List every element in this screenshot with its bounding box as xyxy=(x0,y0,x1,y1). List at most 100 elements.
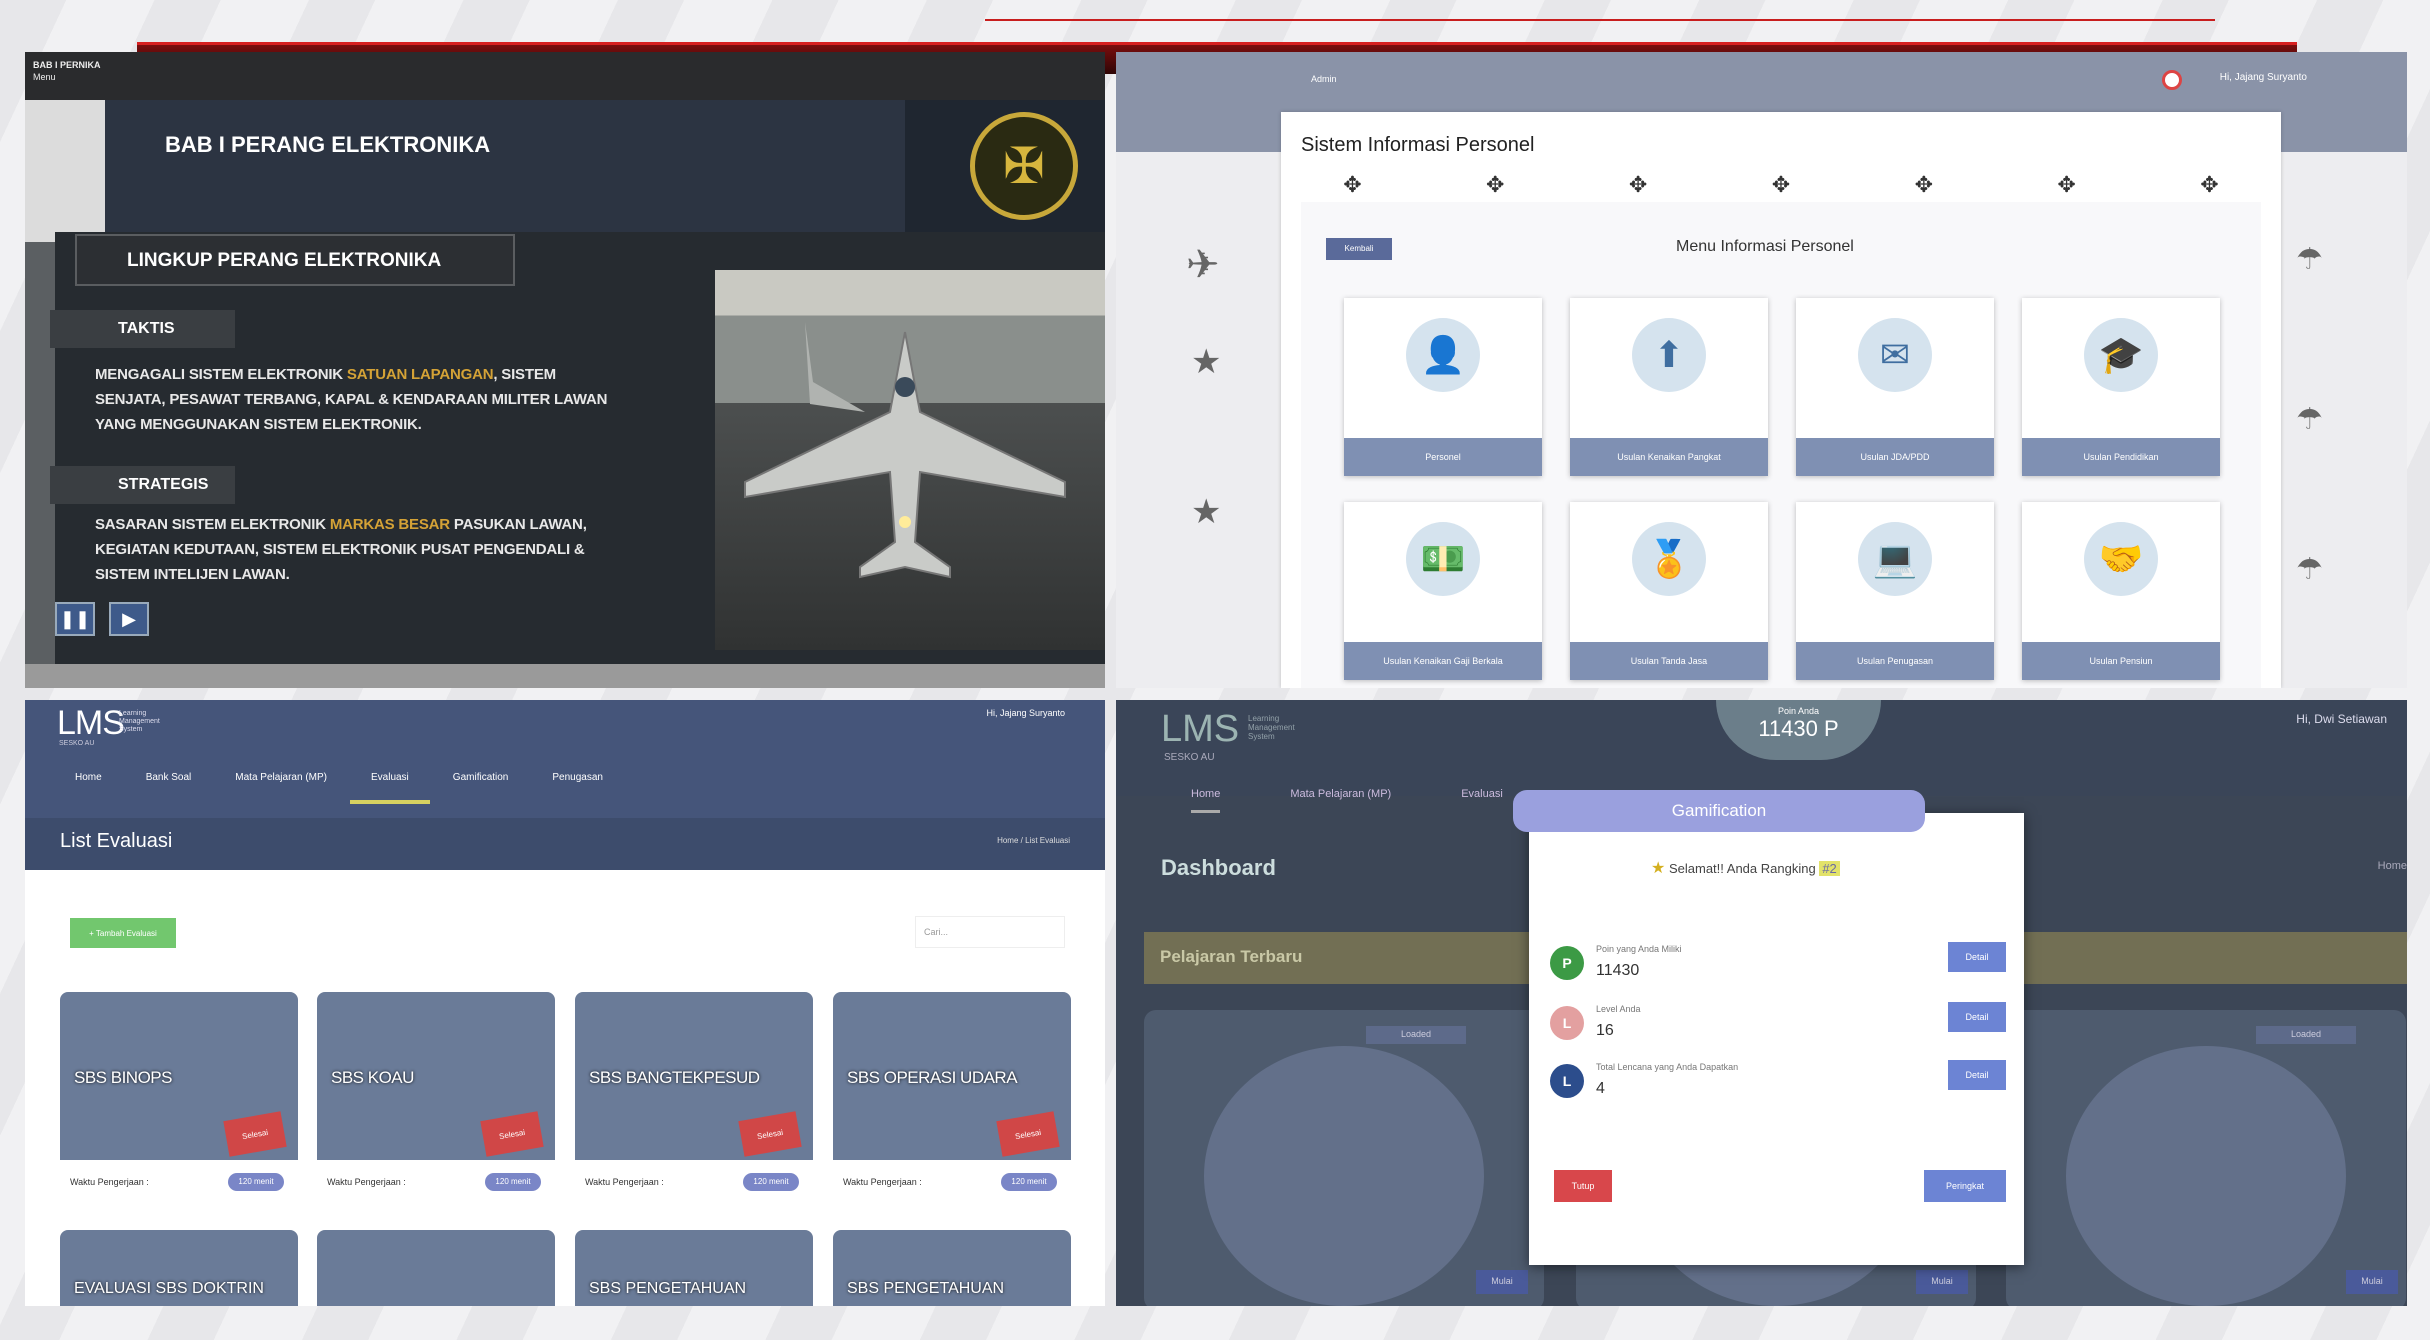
time-label: Waktu Pengerjaan : xyxy=(327,1177,406,1187)
time-badge: 120 menit xyxy=(1001,1173,1057,1191)
mail-icon: ✉ xyxy=(1858,318,1932,392)
emblem-icon: ✥ xyxy=(1771,172,1791,197)
add-evaluation-button[interactable]: + Tambah Evaluasi xyxy=(70,918,176,948)
points-label: Poin Anda xyxy=(1777,706,1820,716)
card-title: SBS KOAU xyxy=(331,1068,414,1087)
admin-label: Admin xyxy=(1311,74,1337,84)
tile-penugasan[interactable]: 💻 Usulan Penugasan xyxy=(1796,502,1994,680)
tile-pensiun[interactable]: 🤝 Usulan Pensiun xyxy=(2022,502,2220,680)
card-title: SBS OPERASI UDARA xyxy=(847,1068,1018,1087)
active-tab-indicator xyxy=(350,800,430,804)
jet-image xyxy=(744,322,1066,579)
row-value: 16 xyxy=(1596,1022,1614,1039)
star-icon: ★ xyxy=(1191,343,1222,381)
title-banner xyxy=(25,100,1105,242)
lesson-card[interactable] xyxy=(2006,1010,2406,1306)
evaluation-card[interactable]: EVALUASI SBS DOKTRIN xyxy=(60,1230,298,1306)
start-button[interactable]: Mulai xyxy=(1476,1270,1528,1294)
level-row: L Level Anda 16 Detail xyxy=(1550,998,2006,1056)
row-label: Poin yang Anda Miliki xyxy=(1596,944,1682,954)
lms-logo[interactable]: LMS xyxy=(1161,708,1239,751)
slide-title: BAB I PERANG ELEKTRONIKA xyxy=(165,132,491,157)
menu-mata-pelajaran[interactable]: Mata Pelajaran (MP) xyxy=(235,772,327,783)
elearning-slide-panel: BAB I PERNIKA Menu BAB I PERANG ELEKTRON… xyxy=(25,52,1105,688)
parachute-icon: ☂ xyxy=(2296,403,2323,436)
lesson-illustration xyxy=(2066,1046,2346,1306)
evaluation-card[interactable] xyxy=(317,1230,555,1306)
congrats-text: ★ Selamat!! Anda Rangking #2 xyxy=(1651,858,1840,878)
logo-subtitle: Learning Management System xyxy=(119,710,160,733)
tile-label: Usulan Pendidikan xyxy=(2022,438,2220,476)
user-greeting[interactable]: Hi, Jajang Suryanto xyxy=(2220,72,2307,83)
user-menu[interactable]: Hi, Jajang Suryanto xyxy=(986,708,1065,718)
play-button[interactable]: ▶ xyxy=(109,602,149,636)
time-label: Waktu Pengerjaan : xyxy=(843,1177,922,1187)
search-input[interactable]: Cari... xyxy=(915,916,1065,948)
emblem-icon: ✥ xyxy=(1343,172,1362,197)
taktis-label: TAKTIS xyxy=(50,310,235,348)
back-button[interactable]: Kembali xyxy=(1326,238,1392,260)
start-button[interactable]: Mulai xyxy=(1916,1270,1968,1294)
tile-label: Usulan Pensiun xyxy=(2022,642,2220,680)
start-button[interactable]: Mulai xyxy=(2346,1270,2398,1294)
evaluation-card[interactable]: SBS KOAU Selesai Waktu Pengerjaan : 120 … xyxy=(317,992,555,1202)
menu-bank-soal[interactable]: Bank Soal xyxy=(146,772,192,783)
ranking-button[interactable]: Peringkat xyxy=(1924,1170,2006,1202)
row-value: 11430 xyxy=(1596,962,1640,979)
personnel-info-panel: Admin Hi, Jajang Suryanto ✈ ★ ★ ☂ ☂ ☂ Si… xyxy=(1116,52,2407,688)
card-title: SBS PENGETAHUAN xyxy=(847,1280,1005,1297)
menu-home[interactable]: Home xyxy=(1191,788,1221,813)
main-menu: Home Mata Pelajaran (MP) Evaluasi xyxy=(1191,788,1503,813)
time-label: Waktu Pengerjaan : xyxy=(70,1177,149,1187)
card-title: Sistem Informasi Personel xyxy=(1301,134,1535,156)
camo-strip xyxy=(25,664,1105,688)
points-icon: P xyxy=(1550,946,1584,980)
emblem-icon: ✥ xyxy=(1914,172,1934,197)
detail-button[interactable]: Detail xyxy=(1948,1002,2006,1032)
breadcrumb[interactable]: Home / List Evaluasi xyxy=(997,836,1070,845)
tile-gaji-berkala[interactable]: 💵 Usulan Kenaikan Gaji Berkala xyxy=(1344,502,1542,680)
menu-evaluasi[interactable]: Evaluasi xyxy=(1461,788,1503,813)
medal-icon: 🏅 xyxy=(1632,522,1706,596)
jet-icon: ✈ xyxy=(1186,243,1220,287)
detail-button[interactable]: Detail xyxy=(1948,942,2006,972)
parachute-icon: ☂ xyxy=(2296,243,2323,276)
tile-personel[interactable]: 👤 Personel xyxy=(1344,298,1542,476)
evaluation-card[interactable]: SBS PENGETAHUAN xyxy=(575,1230,813,1306)
evaluation-card[interactable]: SBS BINOPS Selesai Waktu Pengerjaan : 12… xyxy=(60,992,298,1202)
tile-label: Usulan Kenaikan Gaji Berkala xyxy=(1344,642,1542,680)
page-title: Dashboard xyxy=(1161,855,1276,880)
card-title: SBS BINOPS xyxy=(74,1068,172,1087)
detail-button[interactable]: Detail xyxy=(1948,1060,2006,1090)
menu-home[interactable]: Home xyxy=(75,772,102,783)
close-button[interactable]: Tutup xyxy=(1554,1170,1612,1202)
lms-dashboard-panel: LMS Learning Management System SESKO AU … xyxy=(1116,700,2407,1306)
breadcrumb[interactable]: Home xyxy=(2378,860,2407,872)
tile-jda-pdd[interactable]: ✉ Usulan JDA/PDD xyxy=(1796,298,1994,476)
modal-title: Gamification xyxy=(1513,790,1925,832)
tile-tanda-jasa[interactable]: 🏅 Usulan Tanda Jasa xyxy=(1570,502,1768,680)
card-badge: Loaded xyxy=(2256,1026,2356,1044)
top-accent-line xyxy=(985,19,2215,21)
emblem-icon: ✥ xyxy=(1628,172,1648,197)
evaluation-card[interactable]: SBS OPERASI UDARA Selesai Waktu Pengerja… xyxy=(833,992,1071,1202)
title-bar xyxy=(25,818,1105,870)
card-badge: Loaded xyxy=(1366,1026,1466,1044)
menu-link[interactable]: Menu xyxy=(25,70,1105,82)
evaluation-card[interactable]: SBS PENGETAHUAN xyxy=(833,1230,1071,1306)
lesson-card[interactable] xyxy=(1144,1010,1544,1306)
tile-kenaikan-pangkat[interactable]: ⬆ Usulan Kenaikan Pangkat xyxy=(1570,298,1768,476)
pause-button[interactable]: ❚❚ xyxy=(55,602,95,636)
assignment-icon: 💻 xyxy=(1858,522,1932,596)
user-menu[interactable]: Hi, Dwi Setiawan xyxy=(2296,712,2387,726)
menu-gamification[interactable]: Gamification xyxy=(453,772,509,783)
tile-pendidikan[interactable]: 🎓 Usulan Pendidikan xyxy=(2022,298,2220,476)
menu-mata-pelajaran[interactable]: Mata Pelajaran (MP) xyxy=(1290,788,1391,813)
menu-penugasan[interactable]: Penugasan xyxy=(552,772,603,783)
avatar[interactable] xyxy=(2162,70,2182,90)
lms-logo[interactable]: LMS xyxy=(57,704,125,743)
handshake-icon: 🤝 xyxy=(2084,522,2158,596)
evaluation-card[interactable]: SBS BANGTEKPESUD Selesai Waktu Pengerjaa… xyxy=(575,992,813,1202)
menu-evaluasi[interactable]: Evaluasi xyxy=(371,772,409,783)
points-value: 11430 P xyxy=(1758,716,1839,741)
